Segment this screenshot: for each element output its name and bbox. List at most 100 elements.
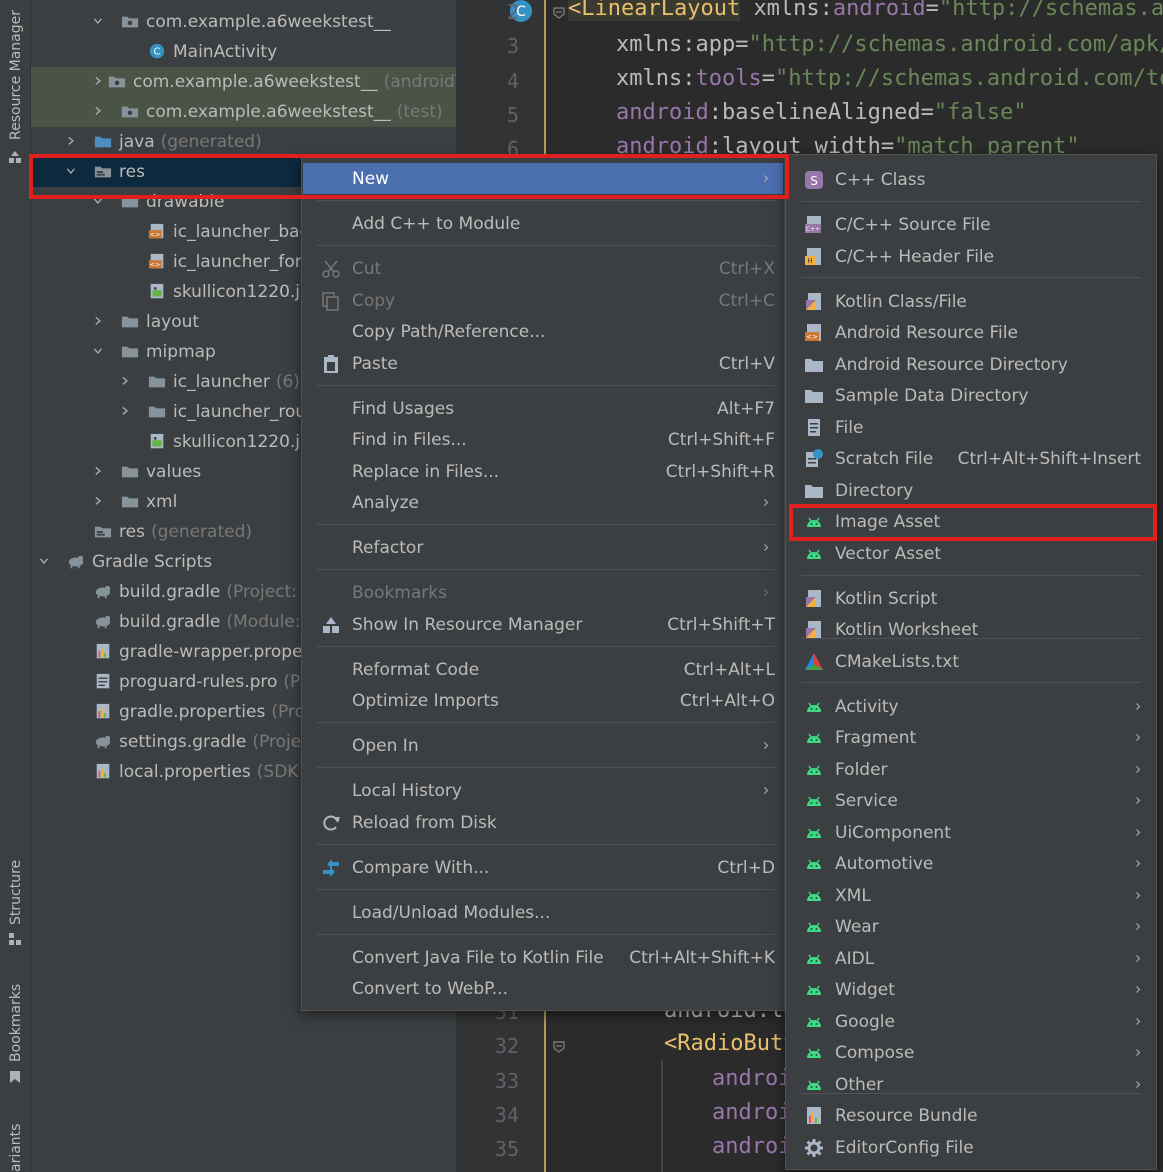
new-item-wear[interactable]: Wear [787,911,1155,942]
menu-item-find-usages[interactable]: Find Usages Alt+F7 [303,393,783,424]
menu-item-paste[interactable]: Paste Ctrl+V [303,348,783,379]
new-item-activity[interactable]: Activity [787,691,1155,722]
menu-item-convert-java-file-to-kotlin-file[interactable]: Convert Java File to Kotlin File Ctrl+Alt… [303,942,783,973]
structure-icon[interactable] [8,932,22,946]
new-item-aidl[interactable]: AIDL [787,943,1155,974]
new-item-service[interactable]: Service [787,785,1155,816]
new-item-resource-bundle[interactable]: Resource Bundle [787,1100,1155,1131]
menu-item-show-in-resource-manager[interactable]: Show In Resource Manager Ctrl+Shift+T [303,609,783,640]
new-item-kotlin-class-file[interactable]: Kotlin Class/File [787,286,1155,317]
tree-node[interactable]: com.example.a6weekstest__ (test) [31,97,456,127]
image-file-icon [147,433,167,451]
new-item-editorconfig-file[interactable]: EditorConfig File [787,1132,1155,1163]
tree-node[interactable]: java (generated) [31,127,456,157]
chevron-right-icon[interactable] [120,405,134,419]
chevron-right-icon [1135,794,1145,808]
menu-item-cut[interactable]: Cut Ctrl+X [303,253,783,284]
menu-separator [801,201,1141,202]
resource-manager-icon[interactable] [8,150,22,164]
new-item-image-asset[interactable]: Image Asset [787,506,1155,537]
build-variants-tab[interactable]: ariants [8,1124,24,1172]
fold-icon[interactable] [552,1040,566,1054]
new-item-google[interactable]: Google [787,1006,1155,1037]
new-item-kotlin-script[interactable]: Kotlin Script [787,583,1155,614]
new-item-xml[interactable]: XML [787,880,1155,911]
chevron-right-icon[interactable] [93,465,107,479]
new-item-automotive[interactable]: Automotive [787,848,1155,879]
menu-item-load-unload-modules[interactable]: Load/Unload Modules... [303,897,783,928]
tree-node[interactable]: com.example.a6weekstest__(androidT [31,67,456,97]
menu-item-new[interactable]: New [303,163,783,194]
new-item-c-c-header-file[interactable]: H C/C++ Header File [787,241,1155,272]
menu-item-reload-from-disk[interactable]: Reload from Disk [303,807,783,838]
code-line: <LinearLayout xmlns:android="http://sche… [568,0,1163,21]
menu-item-label: Other [835,1074,884,1095]
chevron-right-icon[interactable] [66,135,80,149]
chevron-right-icon[interactable] [93,315,107,329]
chevron-right-icon [1135,889,1145,903]
shortcut-label: Ctrl+Shift+R [665,461,775,482]
menu-item-label: Analyze [352,492,419,513]
menu-item-find-in-files[interactable]: Find in Files... Ctrl+Shift+F [303,424,783,455]
chevron-right-icon[interactable] [120,375,134,389]
chevron-right-icon[interactable] [93,105,107,119]
menu-separator [317,844,775,845]
new-item-cmakelists-txt[interactable]: CMakeLists.txt [787,646,1155,677]
menu-item-optimize-imports[interactable]: Optimize Imports Ctrl+Alt+O [303,685,783,716]
tree-node-label: com.example.a6weekstest__ [133,72,378,92]
menu-item-label: Scratch File [835,448,934,469]
shortcut-label: Ctrl+C [718,290,775,311]
bookmark-icon[interactable] [8,1070,22,1084]
new-item-c-c-source-file[interactable]: C++ C/C++ Source File [787,209,1155,240]
tree-node[interactable]: C MainActivity [31,37,456,67]
shortcut-label: Ctrl+X [718,258,775,279]
text-file-icon [93,673,113,691]
menu-item-analyze[interactable]: Analyze [303,487,783,518]
new-item-compose[interactable]: Compose [787,1037,1155,1068]
new-item-uicomponent[interactable]: UiComponent [787,817,1155,848]
svg-text:C++: C++ [806,226,820,233]
new-item-widget[interactable]: Widget [787,974,1155,1005]
new-item-folder[interactable]: Folder [787,754,1155,785]
chevron-down-icon[interactable] [66,165,80,179]
chevron-right-icon [1135,826,1145,840]
menu-item-refactor[interactable]: Refactor [303,532,783,563]
menu-item-add-c-to-module[interactable]: Add C++ to Module [303,208,783,239]
structure-tab[interactable]: Structure [8,860,24,925]
new-item-kotlin-worksheet[interactable]: Kotlin Worksheet [787,614,1155,645]
new-item-file[interactable]: File [787,412,1155,443]
new-item-android-resource-file[interactable]: <> Android Resource File [787,317,1155,348]
android-icon [804,512,824,532]
new-item-fragment[interactable]: Fragment [787,722,1155,753]
menu-item-open-in[interactable]: Open In [303,730,783,761]
svg-text:C: C [154,47,161,58]
new-item-scratch-file[interactable]: Scratch File Ctrl+Alt+Shift+Insert [787,443,1155,474]
tree-node[interactable]: com.example.a6weekstest__ [31,7,456,37]
chevron-down-icon[interactable] [93,195,107,209]
chevron-right-icon [1135,763,1145,777]
menu-item-convert-to-webp[interactable]: Convert to WebP... [303,973,783,1004]
chevron-right-icon[interactable] [93,75,107,89]
new-item-vector-asset[interactable]: Vector Asset [787,538,1155,569]
menu-item-compare-with[interactable]: Compare With... Ctrl+D [303,852,783,883]
menu-item-local-history[interactable]: Local History [303,775,783,806]
menu-item-copy-path-reference[interactable]: Copy Path/Reference... [303,316,783,347]
menu-item-copy[interactable]: Copy Ctrl+C [303,285,783,316]
new-item-c-class[interactable]: S C++ Class [787,164,1155,195]
menu-item-replace-in-files[interactable]: Replace in Files... Ctrl+Shift+R [303,456,783,487]
bookmarks-tab[interactable]: Bookmarks [8,984,24,1062]
fold-icon[interactable] [552,6,566,20]
new-item-other[interactable]: Other [787,1069,1155,1100]
android-icon [804,1012,824,1032]
new-item-directory[interactable]: Directory [787,475,1155,506]
chevron-down-icon[interactable] [93,15,107,29]
menu-item-bookmarks[interactable]: Bookmarks [303,577,783,608]
new-item-sample-data-directory[interactable]: Sample Data Directory [787,380,1155,411]
package-icon [120,103,140,121]
chevron-down-icon[interactable] [93,345,107,359]
menu-item-reformat-code[interactable]: Reformat Code Ctrl+Alt+L [303,654,783,685]
new-item-android-resource-directory[interactable]: Android Resource Directory [787,349,1155,380]
resource-manager-tab[interactable]: Resource Manager [8,10,24,140]
chevron-right-icon[interactable] [93,495,107,509]
chevron-down-icon[interactable] [39,555,53,569]
